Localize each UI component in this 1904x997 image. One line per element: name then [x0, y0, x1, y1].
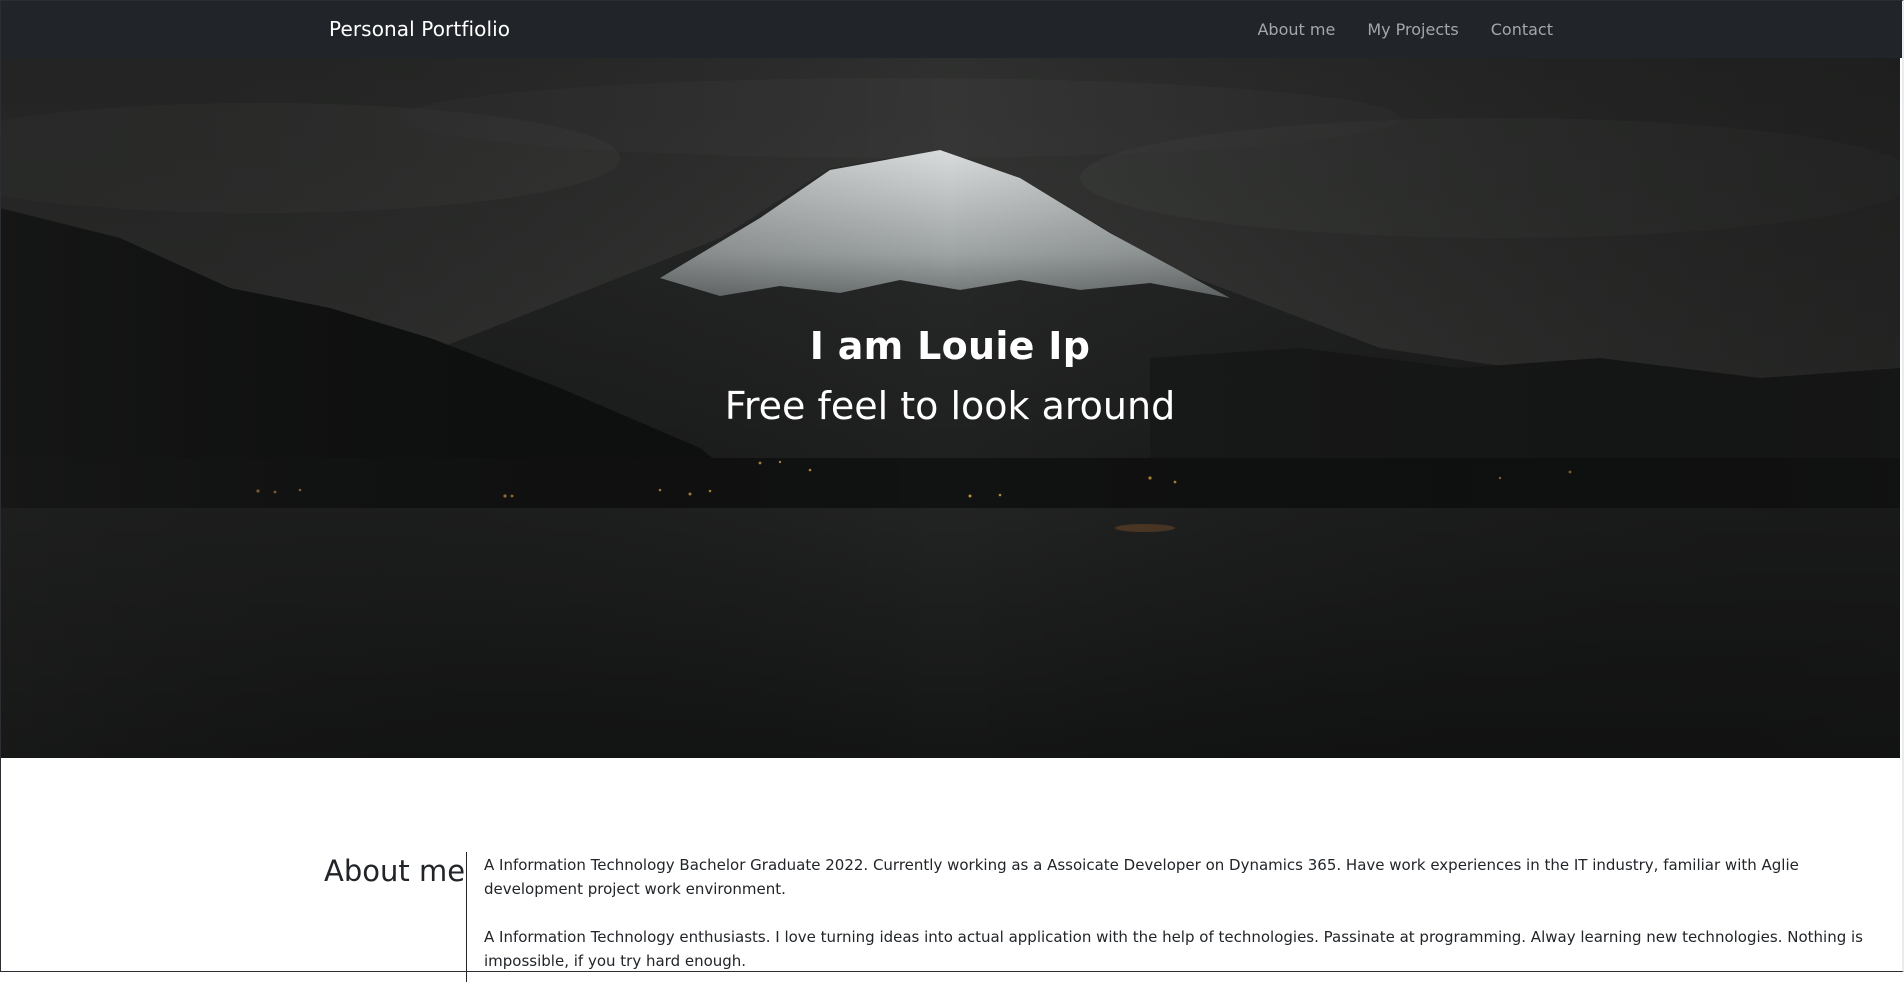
nav-link-contact[interactable]: Contact — [1491, 20, 1553, 39]
brand-link[interactable]: Personal Portfiolio — [329, 17, 510, 41]
top-navbar: Personal Portfiolio About me My Projects… — [0, 0, 1904, 58]
about-heading: About me — [324, 854, 466, 888]
nav-link-my-projects[interactable]: My Projects — [1367, 20, 1458, 39]
about-body: A Information Technology Bachelor Gradua… — [484, 853, 1894, 997]
hero-subtitle: Free feel to look around — [724, 384, 1176, 428]
about-paragraph: A Information Technology Bachelor Gradua… — [484, 856, 1799, 898]
about-paragraph: A Information Technology enthusiasts. I … — [484, 928, 1863, 970]
nav-links: About me My Projects Contact — [1257, 20, 1553, 39]
hero-title: I am Louie Ip — [809, 324, 1091, 368]
about-section: About me A Information Technology Bachel… — [0, 758, 1904, 982]
about-divider — [466, 852, 467, 982]
hero-section: I am Louie Ip Free feel to look around — [0, 58, 1900, 758]
nav-link-about-me[interactable]: About me — [1257, 20, 1335, 39]
